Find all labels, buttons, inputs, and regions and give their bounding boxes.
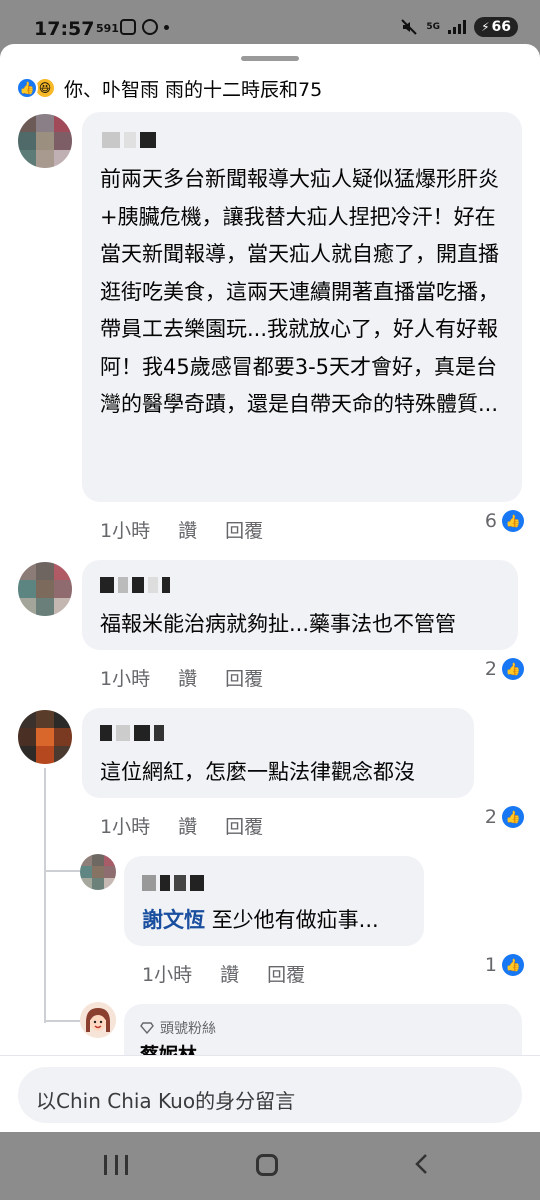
reply-button[interactable]: 回覆: [225, 516, 263, 543]
comment-time: 1小時: [100, 520, 151, 542]
system-nav-bar: [0, 1132, 540, 1200]
comment-actions: 1小時 讚 回覆: [100, 664, 263, 691]
reaction-count-value: 2: [484, 806, 497, 828]
drag-handle[interactable]: [241, 56, 299, 61]
like-button[interactable]: 讚: [220, 960, 239, 987]
reply-body: 至少他有做疝事...: [211, 908, 379, 932]
reply-button[interactable]: 回覆: [225, 664, 263, 691]
status-time: 17:57: [34, 18, 95, 40]
reaction-count-value: 1: [484, 954, 497, 976]
comment-text: 前兩天多台新聞報導大疝人疑似猛爆形肝炎+胰臟危機，讓我替大疝人捏把冷汗！好在當天…: [100, 167, 499, 416]
cartoon-avatar-icon: [80, 1002, 116, 1038]
comment-composer: 以Chin Chia Kuo的身分留言: [0, 1055, 540, 1132]
thread-line: [44, 768, 46, 1023]
home-icon[interactable]: [256, 1154, 278, 1176]
reply-text: 謝文恆 至少他有做疝事...: [142, 902, 422, 940]
mute-icon: [401, 19, 418, 35]
signal-icon: [448, 20, 467, 34]
reaction-count[interactable]: 2 👍: [485, 658, 524, 680]
status-right: 5G ⚡ 66: [400, 17, 518, 37]
like-icon: 👍: [502, 806, 524, 828]
like-icon: 👍: [502, 658, 524, 680]
commenter-name-redacted: [100, 577, 170, 593]
replier-name-redacted: [142, 875, 204, 891]
reply-avatar[interactable]: [80, 854, 116, 890]
comment-time: 1小時: [100, 668, 151, 690]
reply-button[interactable]: 回覆: [225, 812, 263, 839]
network-label: 5G: [426, 21, 441, 32]
comment-text: 這位網紅，怎麼一點法律觀念都沒: [100, 760, 415, 784]
reaction-count-value: 6: [484, 510, 497, 532]
reaction-count[interactable]: 2 👍: [485, 806, 524, 828]
recent-apps-icon[interactable]: [104, 1155, 128, 1175]
reply-button[interactable]: 回覆: [267, 960, 305, 987]
battery-level: 66: [491, 19, 511, 35]
notification-dot-icon: [164, 24, 169, 30]
comment-actions: 1小時 讚 回覆: [100, 516, 263, 543]
status-small-label: 591: [96, 22, 119, 35]
reactions-text: 你、卟智雨 雨的十二時辰和75: [64, 78, 323, 101]
comment-actions: 1小時 讚 回覆: [100, 812, 263, 839]
notification-icons: [120, 19, 169, 35]
notification-chat-icon: [142, 19, 158, 35]
mention-tag[interactable]: 謝文恆: [142, 908, 205, 932]
like-button[interactable]: 讚: [178, 516, 197, 543]
commenter-avatar[interactable]: [18, 114, 72, 168]
like-button[interactable]: 讚: [178, 664, 197, 691]
reply-time: 1小時: [142, 964, 193, 986]
comments-sheet: 👍 😆 你、卟智雨 雨的十二時辰和75 前兩天多台新聞報導大疝人疑似猛爆形肝炎+…: [0, 44, 540, 1132]
status-bar: 17:57 591 5G ⚡ 66: [0, 0, 540, 44]
battery-icon: ⚡ 66: [474, 17, 518, 37]
top-fan-badge: 頭號粉絲: [140, 1018, 216, 1038]
commenter-avatar[interactable]: [18, 562, 72, 616]
top-fan-label: 頭號粉絲: [160, 1021, 216, 1037]
comment-text: 福報米能治病就夠扯...藥事法也不管管: [100, 612, 457, 636]
reaction-count[interactable]: 1 👍: [485, 954, 524, 976]
diamond-icon: [140, 1022, 154, 1034]
commenter-name-redacted: [102, 132, 156, 148]
reply-connector: [44, 870, 80, 872]
like-button[interactable]: 讚: [178, 812, 197, 839]
reply-connector: [44, 1020, 80, 1022]
reaction-count-value: 2: [484, 658, 497, 680]
reply-actions: 1小時 讚 回覆: [142, 960, 305, 987]
reaction-count[interactable]: 6 👍: [485, 510, 524, 532]
like-icon: 👍: [502, 510, 524, 532]
commenter-name-redacted: [100, 725, 164, 741]
like-icon: 👍: [16, 77, 38, 99]
reactions-summary[interactable]: 👍 😆 你、卟智雨 雨的十二時辰和75: [16, 74, 322, 102]
notification-app-icon: [120, 19, 136, 35]
commenter-avatar[interactable]: [18, 710, 72, 764]
like-icon: 👍: [502, 954, 524, 976]
partial-reply-avatar[interactable]: [80, 1002, 116, 1038]
back-icon[interactable]: [410, 1152, 434, 1176]
comment-input[interactable]: 以Chin Chia Kuo的身分留言: [18, 1067, 522, 1123]
comment-time: 1小時: [100, 816, 151, 838]
